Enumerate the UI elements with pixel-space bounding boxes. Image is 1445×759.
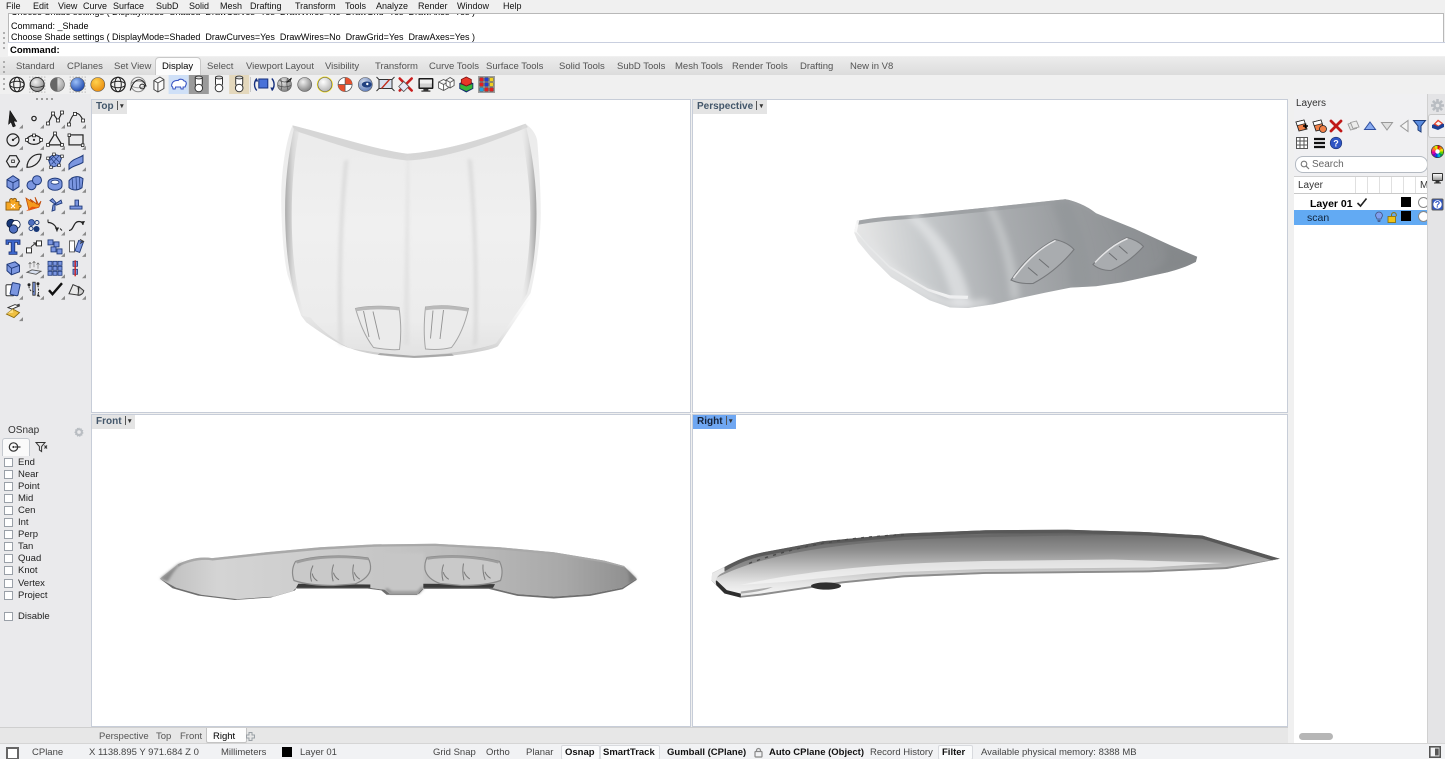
svg-text:?: ? <box>1333 138 1339 148</box>
svg-text:?: ? <box>1435 200 1441 210</box>
